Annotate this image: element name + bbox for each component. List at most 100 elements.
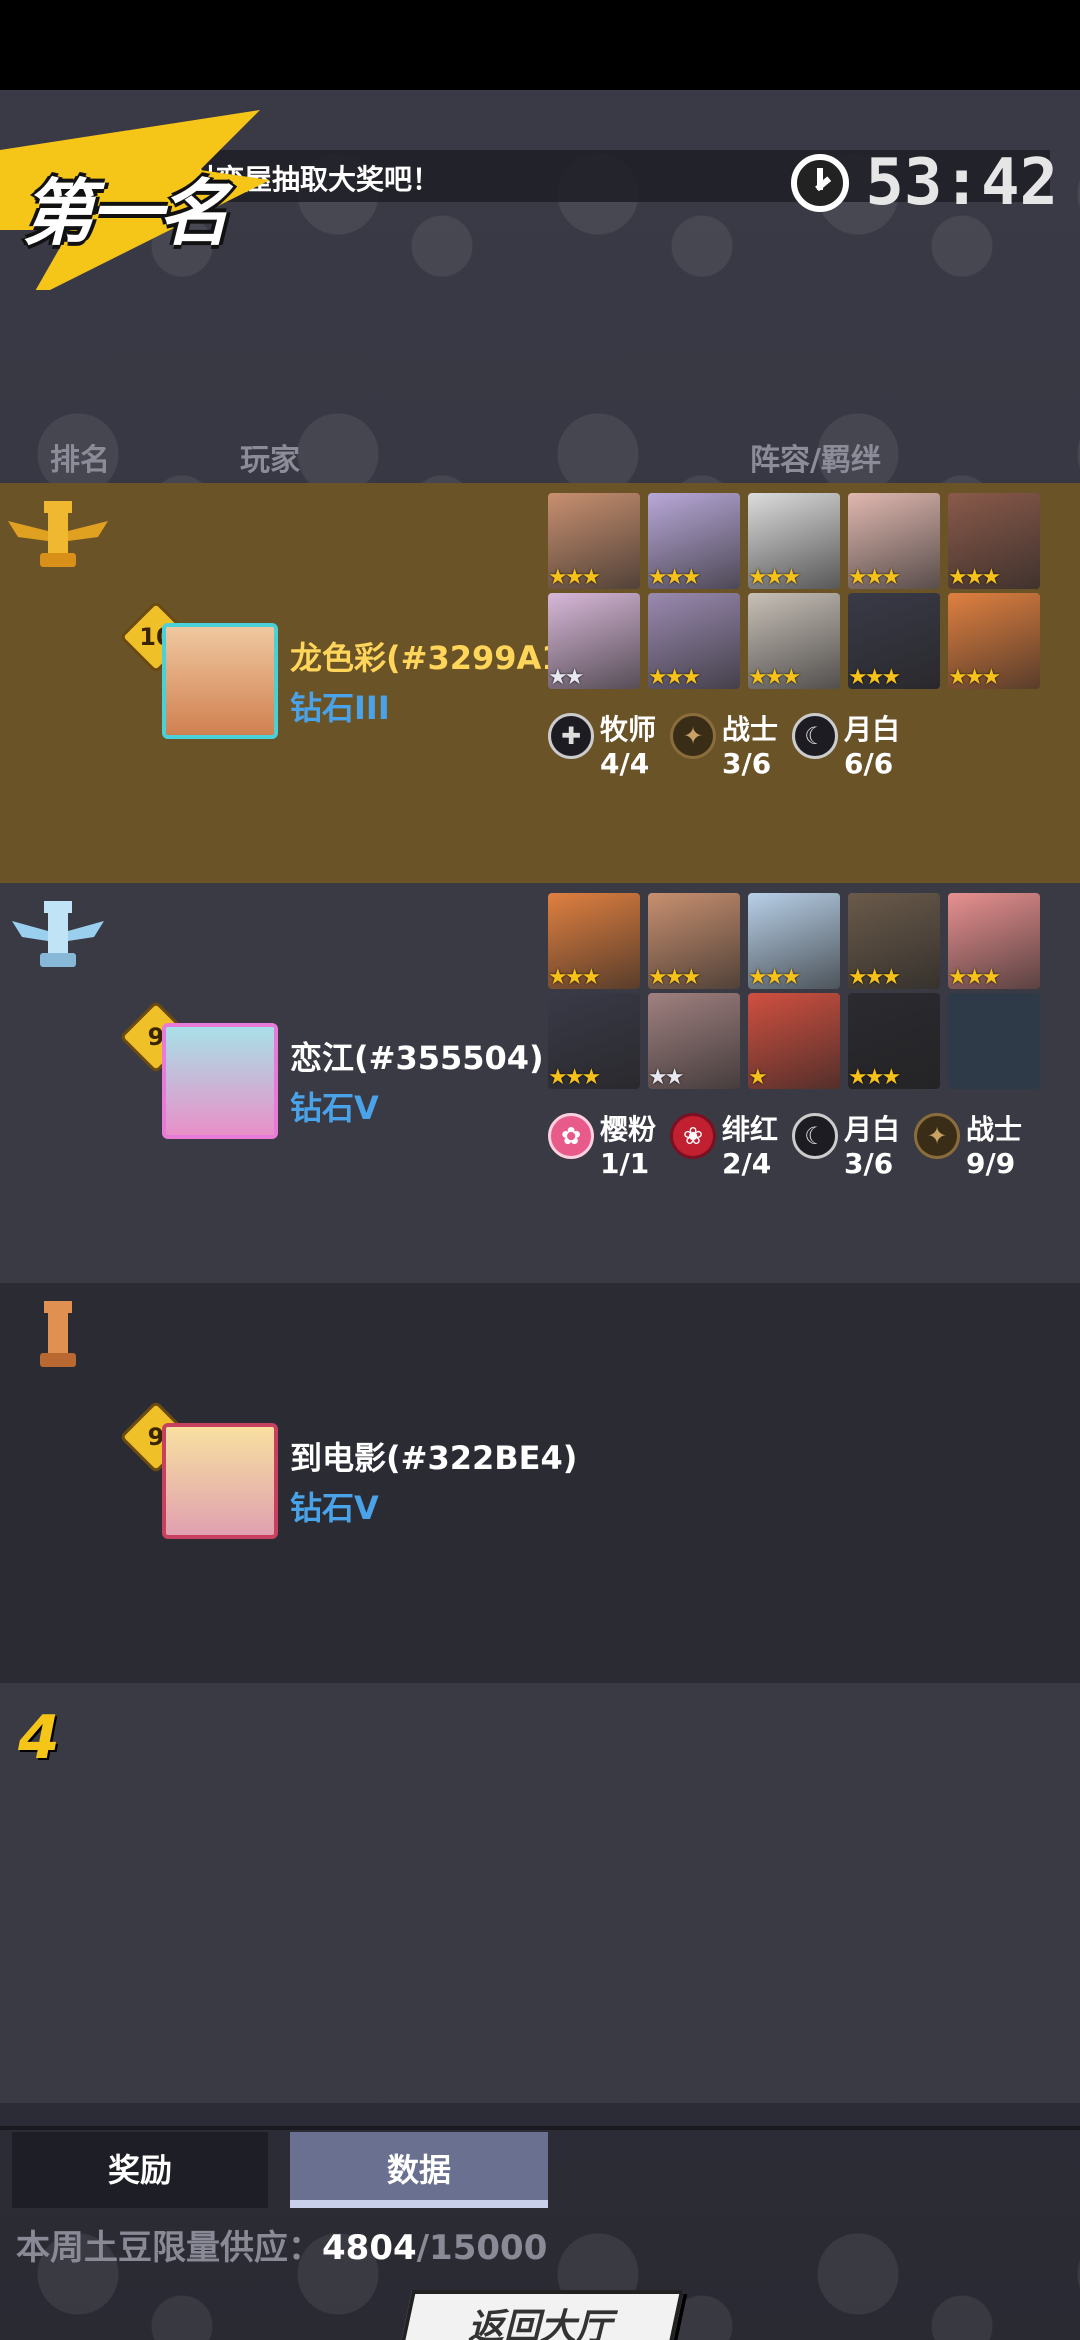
hero-portrait[interactable]: ★★★ bbox=[648, 893, 740, 989]
potato-supply: 本周土豆限量供应：4804/15000 bbox=[16, 2220, 547, 2269]
rank-number: 4 bbox=[18, 1703, 60, 1773]
trait-name: 绯红 bbox=[722, 1113, 779, 1146]
trait[interactable]: ☾ 月白 3/6 bbox=[792, 1113, 900, 1181]
timer: 53:42 bbox=[791, 146, 1058, 220]
hero-stars: ★★★ bbox=[948, 965, 1001, 989]
trait-count: 6/6 bbox=[844, 747, 894, 780]
hero-portrait[interactable]: ★★ bbox=[648, 993, 740, 1089]
back-to-lobby-button[interactable]: 返回大厅 bbox=[395, 2290, 685, 2340]
trait[interactable]: ❀ 绯红 2/4 bbox=[670, 1113, 778, 1181]
hero-stars: ★★ bbox=[648, 1065, 684, 1089]
hero-stars: ★★★ bbox=[848, 965, 901, 989]
tabs-divider bbox=[0, 2126, 1080, 2130]
player-tier: 钻石V bbox=[290, 1089, 379, 1127]
hero-portrait[interactable]: ★★★ bbox=[948, 893, 1040, 989]
hero-portrait[interactable] bbox=[948, 993, 1040, 1089]
hero-stars: ★★★ bbox=[948, 665, 1001, 689]
trait-count: 2/4 bbox=[722, 1147, 772, 1180]
hero-portrait[interactable]: ★★★ bbox=[948, 593, 1040, 689]
trait[interactable]: ✿ 樱粉 1/1 bbox=[548, 1113, 656, 1181]
hero-portrait[interactable]: ★★★ bbox=[848, 593, 940, 689]
results-screen: 来对弈屋抽取大奖吧！ 第一名 53:42 排名 玩家 阵容/羁绊 10 龙色彩(… bbox=[0, 90, 1080, 2340]
hero-portrait[interactable]: ★★★ bbox=[748, 493, 840, 589]
trait-name: 月白 bbox=[844, 713, 901, 746]
hero-stars: ★★★ bbox=[748, 565, 801, 589]
trait-name: 樱粉 bbox=[600, 1113, 657, 1146]
warrior-icon: ✦ bbox=[914, 1113, 961, 1159]
trait-count: 9/9 bbox=[966, 1147, 1016, 1180]
hero-portrait[interactable]: ★★★ bbox=[548, 993, 640, 1089]
trait[interactable]: ✦ 战士 3/6 bbox=[670, 713, 778, 781]
hero-stars: ★★★ bbox=[748, 965, 801, 989]
sakura-icon: ✿ bbox=[548, 1113, 594, 1159]
hero-stars: ★★ bbox=[548, 665, 584, 689]
supply-label: 本周土豆限量供应： bbox=[16, 2228, 322, 2268]
trait-name: 牧师 bbox=[600, 713, 657, 746]
hero-portrait[interactable]: ★★★ bbox=[648, 493, 740, 589]
trait-name: 战士 bbox=[722, 713, 779, 746]
clock-icon bbox=[791, 154, 850, 212]
trait-count: 4/4 bbox=[600, 747, 650, 780]
trait-count: 1/1 bbox=[600, 1147, 650, 1180]
hero-stars: ★★★ bbox=[848, 1065, 901, 1089]
hero-portrait[interactable]: ★★★ bbox=[748, 593, 840, 689]
hero-stars: ★★★ bbox=[848, 665, 901, 689]
hero-stars: ★★★ bbox=[648, 665, 701, 689]
trait[interactable]: ✦ 战士 9/9 bbox=[914, 1113, 1022, 1181]
hero-portrait[interactable]: ★★★ bbox=[848, 993, 940, 1089]
header-rank: 排名 bbox=[50, 443, 110, 478]
moon-icon: ☾ bbox=[792, 1113, 839, 1159]
hero-portrait[interactable]: ★★★ bbox=[948, 493, 1040, 589]
tab-data[interactable]: 数据 bbox=[290, 2132, 548, 2208]
header-player: 玩家 bbox=[240, 443, 300, 478]
hero-stars: ★ bbox=[748, 1065, 768, 1089]
hero-stars: ★★★ bbox=[548, 965, 601, 989]
avatar[interactable] bbox=[162, 1023, 278, 1139]
player-name: 龙色彩(#3299A1) bbox=[290, 639, 579, 677]
bronze-rook-trophy-icon bbox=[40, 1301, 76, 1367]
player-row-2[interactable]: 9 恋江(#355504) 钻石V ★★★ ★★★ ★★★ ★★★ ★★★ ★★★ ★★ ★ ★… bbox=[0, 883, 1080, 1283]
hero-stars: ★★★ bbox=[548, 565, 601, 589]
header-lineup: 阵容/羁绊 bbox=[750, 443, 881, 478]
warrior-icon: ✦ bbox=[670, 713, 717, 759]
trait[interactable]: ☾ 月白 6/6 bbox=[792, 713, 900, 781]
hero-portrait[interactable]: ★★★ bbox=[848, 493, 940, 589]
rose-icon: ❀ bbox=[670, 1113, 717, 1159]
hero-portrait[interactable]: ★★★ bbox=[748, 893, 840, 989]
hero-stars: ★★★ bbox=[948, 565, 1001, 589]
hero-stars: ★★★ bbox=[748, 665, 801, 689]
cross-icon: ✚ bbox=[548, 713, 594, 759]
player-row-1[interactable]: 10 龙色彩(#3299A1) 钻石III ★★★ ★★★ ★★★ ★★★ ★★★ ★★ ★… bbox=[0, 483, 1080, 883]
moon-icon: ☾ bbox=[792, 713, 839, 759]
status-bar bbox=[0, 0, 1080, 90]
hero-portrait[interactable]: ★★ bbox=[548, 593, 640, 689]
supply-current: 4804 bbox=[322, 2228, 417, 2268]
hero-portrait[interactable]: ★★★ bbox=[548, 493, 640, 589]
player-name: 到电影(#322BE4) bbox=[290, 1439, 578, 1477]
trait-name: 战士 bbox=[966, 1113, 1023, 1146]
hero-stars: ★★★ bbox=[648, 565, 701, 589]
avatar[interactable] bbox=[162, 1423, 278, 1539]
silver-rook-trophy-icon bbox=[12, 901, 104, 967]
hero-portrait[interactable]: ★★★ bbox=[548, 893, 640, 989]
hero-portrait[interactable]: ★ bbox=[748, 993, 840, 1089]
trait[interactable]: ✚ 牧师 4/4 bbox=[548, 713, 656, 781]
player-row-3[interactable]: 9 到电影(#322BE4) 钻石V bbox=[0, 1283, 1080, 1683]
gold-rook-trophy-icon bbox=[8, 501, 108, 567]
column-headers: 排名 玩家 阵容/羁绊 bbox=[0, 435, 1080, 478]
hero-portrait[interactable]: ★★★ bbox=[848, 893, 940, 989]
timer-value: 53:42 bbox=[865, 146, 1058, 220]
trait-count: 3/6 bbox=[844, 1147, 894, 1180]
hero-portrait[interactable]: ★★★ bbox=[648, 593, 740, 689]
avatar[interactable] bbox=[162, 623, 278, 739]
player-row-4[interactable]: 4 bbox=[0, 1683, 1080, 2103]
player-name: 恋江(#355504) bbox=[290, 1039, 544, 1077]
supply-total: /15000 bbox=[416, 2228, 548, 2268]
hero-stars bbox=[948, 1067, 1040, 1089]
tab-reward[interactable]: 奖励 bbox=[12, 2132, 268, 2208]
hero-stars: ★★★ bbox=[848, 565, 901, 589]
trait-list: ✿ 樱粉 1/1 ❀ 绯红 2/4 ☾ 月白 3/6 ✦ 战士 9/9 bbox=[548, 1113, 1022, 1181]
player-tier: 钻石V bbox=[290, 1489, 379, 1527]
hero-stars: ★★★ bbox=[648, 965, 701, 989]
trait-name: 月白 bbox=[844, 1113, 901, 1146]
